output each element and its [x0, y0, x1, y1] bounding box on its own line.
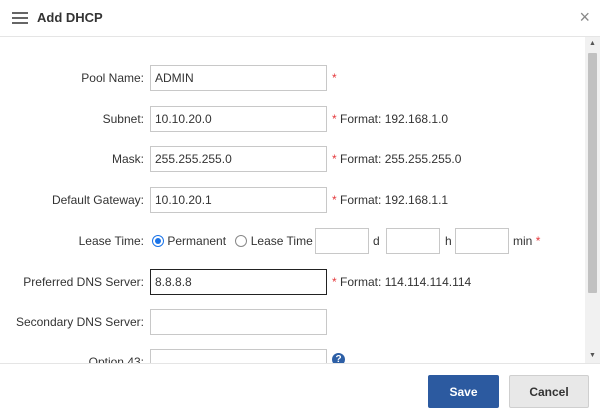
lease-days-input[interactable] — [315, 228, 369, 254]
preferred-dns-hint: * Format: 114.114.114.114 — [332, 275, 472, 289]
lease-hours-input[interactable] — [386, 228, 440, 254]
lease-option-permanent[interactable]: Permanent — [152, 234, 226, 248]
dialog-header: Add DHCP × — [0, 0, 600, 37]
mask-row: Mask: * Format: 255.255.255.0 — [0, 146, 585, 172]
secondary-dns-row: Secondary DNS Server: — [0, 309, 585, 335]
preferred-dns-input[interactable] — [150, 269, 327, 295]
save-button[interactable]: Save — [428, 375, 499, 408]
vertical-scrollbar[interactable]: ▲ ▼ — [585, 37, 600, 363]
lease-options: Permanent Lease Time — [152, 234, 319, 248]
subnet-input[interactable] — [150, 106, 327, 132]
subnet-hint: * Format: 192.168.1.0 — [332, 112, 449, 126]
secondary-dns-label: Secondary DNS Server: — [15, 315, 144, 329]
mask-hint: * Format: 255.255.255.0 — [332, 152, 462, 166]
scroll-thumb[interactable] — [588, 53, 597, 293]
secondary-dns-input[interactable] — [150, 309, 327, 335]
lease-hours-unit: h — [445, 234, 452, 248]
lease-time-label: Lease Time: — [78, 234, 144, 248]
scroll-up-arrow-icon[interactable]: ▲ — [585, 39, 600, 49]
help-icon[interactable]: ? — [332, 353, 345, 363]
lease-days-unit: d — [373, 234, 380, 248]
mask-input[interactable] — [150, 146, 327, 172]
pool-name-input[interactable] — [150, 65, 327, 91]
preferred-dns-row: Preferred DNS Server: * Format: 114.114.… — [0, 269, 585, 295]
form: Pool Name: * Subnet: * Format: 192.168.1… — [0, 37, 585, 363]
radio-checked-icon[interactable] — [152, 234, 164, 247]
gateway-label: Default Gateway: — [51, 193, 144, 207]
gateway-row: Default Gateway: * Format: 192.168.1.1 — [0, 187, 585, 213]
option43-input[interactable] — [150, 349, 327, 363]
add-dhcp-dialog: Add DHCP × Pool Name: * Subnet: * Format… — [0, 0, 600, 417]
close-icon[interactable]: × — [579, 6, 590, 28]
lease-option-lease-time[interactable]: Lease Time — [235, 234, 313, 248]
subnet-row: Subnet: * Format: 192.168.1.0 — [0, 106, 585, 132]
gateway-hint: * Format: 192.168.1.1 — [332, 193, 449, 207]
cancel-button[interactable]: Cancel — [509, 375, 589, 408]
pool-name-label: Pool Name: — [81, 71, 144, 85]
scroll-down-arrow-icon[interactable]: ▼ — [585, 351, 600, 361]
mask-label: Mask: — [111, 152, 144, 166]
dialog-title: Add DHCP — [37, 10, 103, 25]
lease-time-row: Lease Time: Permanent Lease Time d h min… — [0, 228, 585, 254]
lease-minutes-unit: min * — [513, 234, 541, 248]
dialog-body: Pool Name: * Subnet: * Format: 192.168.1… — [0, 37, 600, 363]
preferred-dns-label: Preferred DNS Server: — [23, 275, 144, 289]
dialog-footer: Save Cancel — [0, 363, 600, 417]
pool-name-row: Pool Name: * — [0, 65, 585, 91]
radio-unchecked-icon[interactable] — [235, 234, 248, 247]
pool-name-required: * — [332, 71, 337, 85]
lease-minutes-input[interactable] — [455, 228, 509, 254]
hamburger-menu-icon — [12, 12, 28, 24]
subnet-label: Subnet: — [102, 112, 144, 126]
gateway-input[interactable] — [150, 187, 327, 213]
option43-row: Option 43: ? — [0, 349, 585, 363]
option43-label: Option 43: — [88, 355, 144, 363]
